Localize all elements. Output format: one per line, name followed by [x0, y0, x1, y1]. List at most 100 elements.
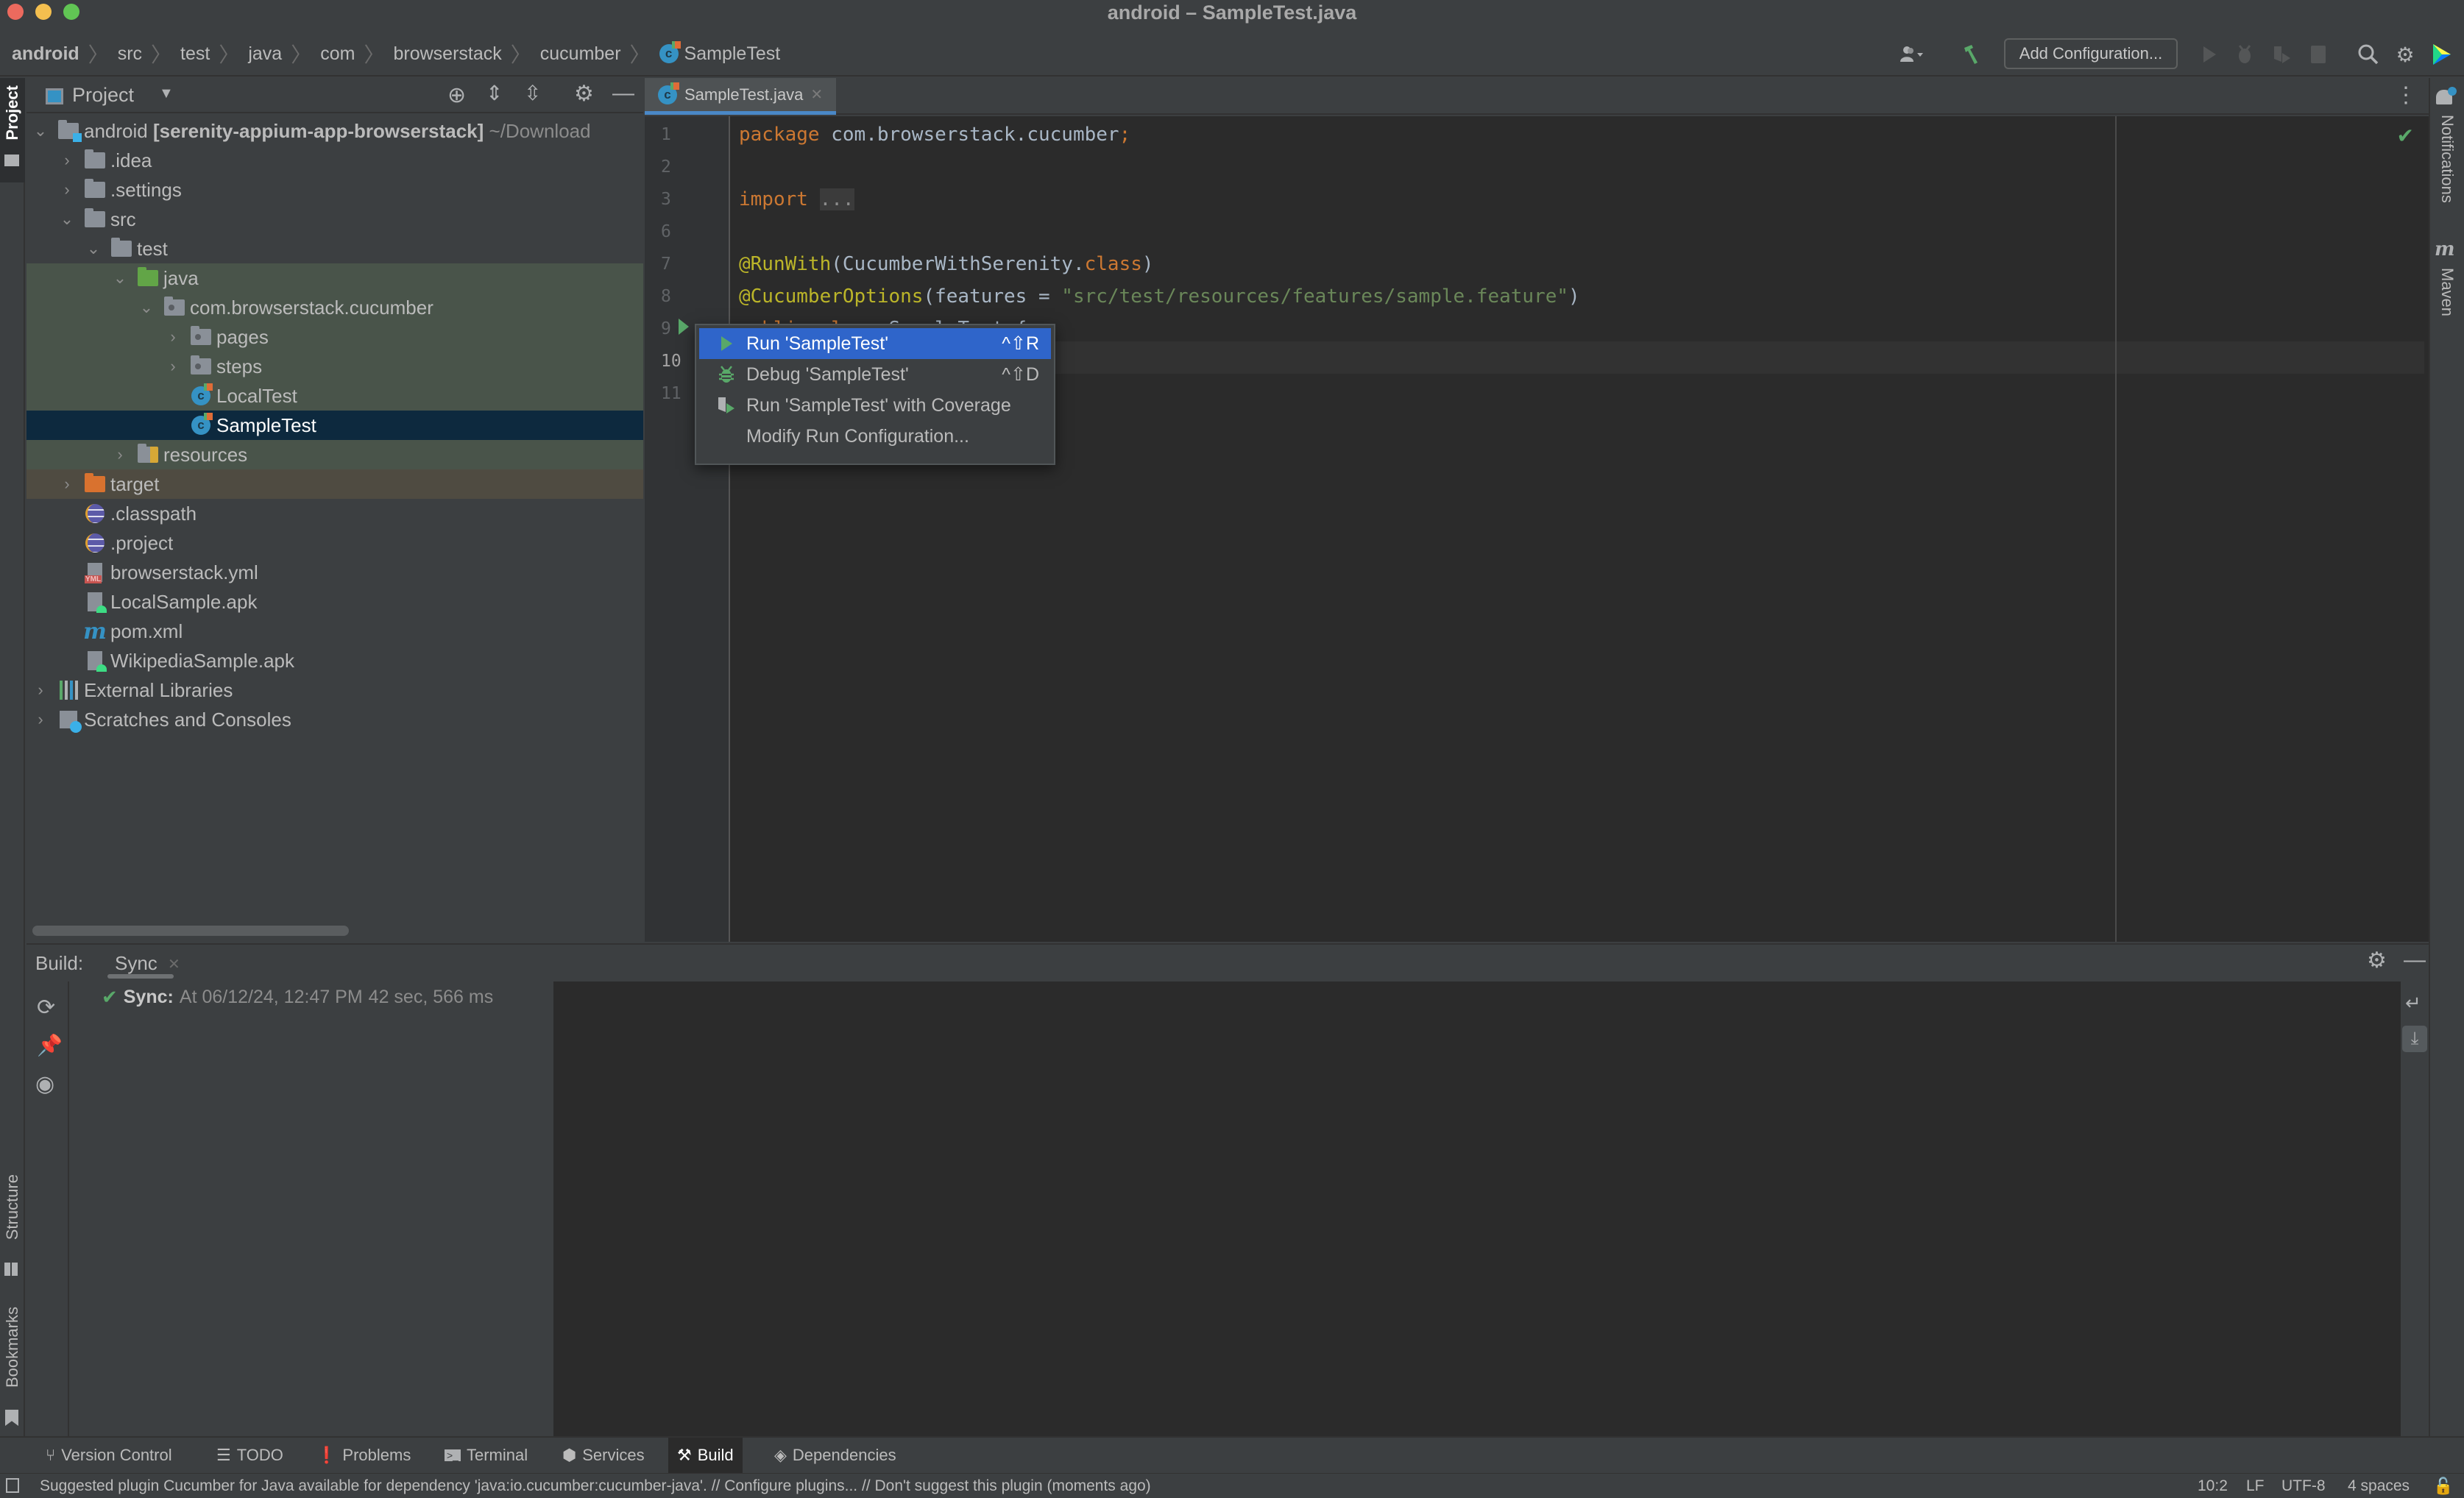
tool-version-control[interactable]: ⑂ Version Control [37, 1438, 181, 1473]
chevron-expanded-icon[interactable]: ⌄ [32, 121, 49, 141]
inspection-ok-icon[interactable]: ✔ [2397, 124, 2414, 148]
status-message[interactable]: Suggested plugin Cucumber for Java avail… [40, 1477, 1151, 1495]
breadcrumb-item-browserstack[interactable]: browserstack [393, 31, 501, 77]
scroll-to-end-icon[interactable]: ⤓ [2402, 1026, 2427, 1052]
line-separator[interactable]: LF [2246, 1477, 2265, 1495]
tree-row-scratches-and-consoles[interactable]: › Scratches and Consoles [26, 705, 643, 734]
locate-file-icon[interactable]: ⊕ [447, 82, 466, 108]
code-editor[interactable]: 1 package com.browserstack.cucumber; 2 3 imp… [645, 116, 2429, 942]
build-hammer-icon[interactable] [1959, 41, 1986, 68]
coverage-icon[interactable] [2268, 41, 2295, 68]
chevron-collapsed-icon[interactable]: › [32, 681, 49, 700]
view-options-eye-icon[interactable]: ◉ [35, 1071, 54, 1097]
tool-window-project-button[interactable]: Project [0, 78, 25, 182]
close-tab-icon[interactable]: ✕ [168, 955, 180, 973]
hide-panel-icon[interactable]: — [612, 81, 634, 106]
file-encoding[interactable]: UTF-8 [2281, 1477, 2326, 1495]
add-configuration-button[interactable]: Add Configuration... [2004, 38, 2178, 69]
breadcrumb-item-android[interactable]: android [12, 31, 79, 77]
tree-row-com-browserstack-cucumber[interactable]: ⌄ com.browserstack.cucumber [26, 293, 643, 322]
settings-gear-icon[interactable]: ⚙ [2367, 948, 2387, 973]
tree-row-pom-xml[interactable]: m pom.xml [26, 617, 643, 646]
settings-gear-icon[interactable]: ⚙ [2392, 41, 2418, 68]
build-console-output[interactable] [553, 981, 2401, 1438]
search-icon[interactable] [2355, 41, 2382, 68]
tree-row-target[interactable]: › target [26, 469, 643, 499]
tree-row-classpath[interactable]: .classpath [26, 499, 643, 528]
code-line[interactable]: import ... [739, 188, 854, 210]
tab-sync[interactable]: Sync [115, 952, 157, 975]
breadcrumb-item-cucumber[interactable]: cucumber [540, 31, 621, 77]
tool-problems[interactable]: ❗ Problems [308, 1438, 419, 1473]
tool-window-notifications-button[interactable]: Notifications [2438, 115, 2457, 203]
chevron-collapsed-icon[interactable]: › [112, 445, 128, 464]
more-options-icon[interactable]: ⋮ [2395, 82, 2417, 108]
tree-row-project[interactable]: .project [26, 528, 643, 558]
sync-result-row[interactable]: ✔ Sync: At 06/12/24, 12:47 PM 42 sec, 56… [102, 986, 493, 1009]
collapse-all-icon[interactable]: ⇳ [524, 81, 541, 105]
run-icon[interactable] [2196, 41, 2223, 68]
toggle-tool-windows-icon[interactable] [6, 1478, 19, 1493]
tree-row-src[interactable]: ⌄ src [26, 205, 643, 234]
toolbox-icon[interactable] [2429, 41, 2455, 68]
debug-icon[interactable] [2231, 41, 2258, 68]
close-tab-icon[interactable]: ✕ [810, 85, 823, 104]
soft-wrap-icon[interactable]: ↵ [2405, 992, 2421, 1015]
breadcrumb-item-java[interactable]: java [248, 31, 282, 77]
tab-sampletest-java[interactable]: c SampleTest.java ✕ [645, 78, 836, 115]
lock-icon[interactable]: 🔓 [2433, 1477, 2453, 1496]
tree-row-settings[interactable]: › .settings [26, 175, 643, 205]
chevron-down-icon[interactable]: ▼ [159, 85, 174, 102]
tree-row-root[interactable]: ⌄ android [serenity-appium-app-browserst… [26, 116, 643, 146]
chevron-collapsed-icon[interactable]: › [59, 475, 75, 494]
tool-terminal[interactable]: >_ Terminal [436, 1438, 537, 1473]
tool-build[interactable]: ⚒ Build [668, 1438, 743, 1473]
hide-panel-icon[interactable]: — [2404, 948, 2426, 973]
code-line[interactable]: @CucumberOptions(features = "src/test/re… [739, 285, 1580, 308]
tree-row-wikipediasample-apk[interactable]: WikipediaSample.apk [26, 646, 643, 675]
tool-services[interactable]: ⬢ Services [553, 1438, 654, 1473]
chevron-expanded-icon[interactable]: ⌄ [112, 269, 128, 288]
code-line[interactable]: @RunWith(CucumberWithSerenity.class) [739, 253, 1154, 275]
breadcrumb-item-test[interactable]: test [180, 31, 210, 77]
tool-window-bookmarks-button[interactable]: Bookmarks [0, 1307, 25, 1432]
tool-todo[interactable]: ☰ TODO [208, 1438, 292, 1473]
horizontal-scrollbar[interactable] [32, 926, 349, 936]
chevron-collapsed-icon[interactable]: › [165, 327, 181, 347]
menu-item-run[interactable]: Run 'SampleTest' ^⇧R [699, 328, 1051, 359]
chevron-collapsed-icon[interactable]: › [165, 357, 181, 376]
stop-icon[interactable] [2305, 41, 2332, 68]
tool-window-maven-button[interactable]: Maven [2438, 268, 2457, 316]
tree-row-java[interactable]: ⌄ java [26, 263, 643, 293]
settings-gear-icon[interactable]: ⚙ [574, 81, 594, 107]
tree-row-steps[interactable]: › steps [26, 352, 643, 381]
sync-refresh-icon[interactable]: ⟳ [37, 995, 55, 1020]
tool-window-structure-button[interactable]: Structure [0, 1174, 25, 1285]
chevron-expanded-icon[interactable]: ⌄ [59, 210, 75, 229]
chevron-expanded-icon[interactable]: ⌄ [138, 298, 155, 317]
menu-item-debug[interactable]: Debug 'SampleTest' ^⇧D [699, 359, 1051, 390]
tree-row-localtest[interactable]: c LocalTest [26, 381, 643, 411]
chevron-collapsed-icon[interactable]: › [32, 710, 49, 729]
run-gutter-icon[interactable] [679, 319, 689, 335]
caret-position[interactable]: 10:2 [2198, 1477, 2228, 1495]
tree-row-pages[interactable]: › pages [26, 322, 643, 352]
menu-item-run-with-coverage[interactable]: Run 'SampleTest' with Coverage [699, 390, 1051, 421]
tree-row-resources[interactable]: › resources [26, 440, 643, 469]
indent-setting[interactable]: 4 spaces [2348, 1477, 2410, 1495]
chevron-expanded-icon[interactable]: ⌄ [85, 239, 102, 258]
tree-row-browserstack-yml[interactable]: YML browserstack.yml [26, 558, 643, 587]
pin-icon[interactable]: 📌 [37, 1033, 63, 1057]
chevron-collapsed-icon[interactable]: › [59, 151, 75, 170]
project-view-selector[interactable]: Project [72, 84, 134, 107]
breadcrumb-item-com[interactable]: com [320, 31, 355, 77]
breadcrumb-item-sampletest[interactable]: SampleTest [684, 31, 781, 77]
tree-row-external-libraries[interactable]: › External Libraries [26, 675, 643, 705]
tree-row-sampletest[interactable]: c SampleTest [26, 411, 643, 440]
tree-row-test[interactable]: ⌄ test [26, 234, 643, 263]
chevron-collapsed-icon[interactable]: › [59, 180, 75, 199]
expand-all-icon[interactable]: ⇕ [486, 81, 503, 105]
tree-row-idea[interactable]: › .idea [26, 146, 643, 175]
vcs-users-icon[interactable] [1899, 41, 1925, 68]
tree-row-localsample-apk[interactable]: LocalSample.apk [26, 587, 643, 617]
